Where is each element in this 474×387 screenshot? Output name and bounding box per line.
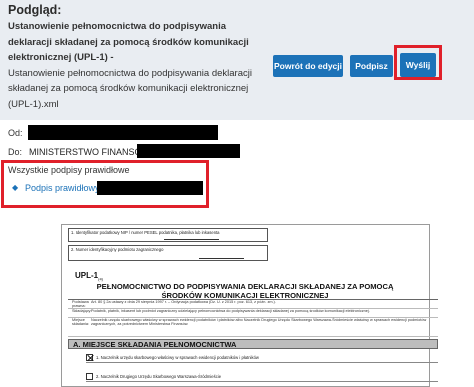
to-value: MINISTERSTWO FINANSÓW (29, 147, 150, 157)
form-title: PEŁNOMOCNICTWO DO PODPISYWANIA DEKLARACJ… (80, 282, 410, 300)
diamond-bullet-icon: ◆ (12, 183, 19, 192)
info-key: Miejsce składania: (72, 318, 90, 326)
section-a-header: A. MIEJSCE SKŁADANIA PEŁNOMOCNICTWA (68, 339, 438, 349)
preview-header: Podgląd: Ustanowienie pełnomocnictwa do … (0, 0, 474, 120)
from-label: Od: (8, 128, 23, 138)
signer-redacted (97, 181, 203, 195)
nip-field: 1. Identyfikator podatkowy NIP / numer P… (68, 228, 268, 242)
signatures-title: Wszystkie podpisy prawidłowe (8, 165, 130, 175)
foreign-id-field: 2. Numer identyfikacyjny podmiotu zagran… (68, 245, 268, 261)
nip-field-label: 1. Identyfikator podatkowy NIP / numer P… (71, 230, 220, 235)
signature-link[interactable]: Podpis prawidłowy - (25, 183, 105, 193)
info-value: Podatnik, płatnik, inkasent lub podmiot … (91, 309, 370, 313)
place-option-2-label: 2. Naczelnik Drugiego Urzędu Skarbowego … (96, 373, 222, 379)
nip-field-ticks (164, 237, 219, 240)
from-redacted (28, 125, 218, 140)
to-label: Do: (8, 147, 23, 157)
foreign-id-field-label: 2. Numer identyfikacyjny podmiotu zagran… (71, 247, 164, 252)
checkbox-icon[interactable] (86, 372, 93, 380)
info-key: Składający: (72, 309, 92, 313)
document-name: Ustanowienie pełnomocnictwa do podpisywa… (8, 19, 258, 113)
form-info-table: Podstawa prawna: Art. 80 § 2a ustawy z d… (68, 299, 438, 337)
back-to-edit-button[interactable]: Powrót do edycji (273, 55, 343, 77)
checkbox-checked-icon[interactable] (86, 353, 93, 361)
foreign-id-field-ticks (199, 256, 244, 259)
place-option-1[interactable]: 1. Naczelnik urzędu skarbowego właściwy … (86, 352, 438, 363)
place-option-2[interactable]: 2. Naczelnik Drugiego Urzędu Skarbowego … (86, 371, 438, 382)
info-row: Składający: Podatnik, płatnik, inkasent … (68, 309, 438, 318)
form-version: (4) (98, 276, 104, 282)
info-row: Miejsce składania: Naczelnik urzędu skar… (68, 318, 438, 337)
document-file-name: Ustanowienie pełnomocnictwa do podpisywa… (8, 67, 252, 110)
info-value: Art. 80 § 2a ustawy z dnia 29 sierpnia 1… (91, 300, 276, 304)
sign-button[interactable]: Podpisz (350, 55, 393, 77)
send-button[interactable]: Wyślij (400, 53, 436, 77)
form-code-text: UPL-1 (75, 271, 99, 280)
preview-title: Podgląd: (8, 3, 62, 17)
info-row: Podstawa prawna: Art. 80 § 2a ustawy z d… (68, 300, 438, 309)
info-key: Podstawa prawna: (72, 300, 89, 308)
place-option-1-label: 1. Naczelnik urzędu skarbowego właściwy … (96, 354, 259, 360)
document-name-bold: Ustanowienie pełnomocnictwa do podpisywa… (8, 21, 249, 64)
info-value: Naczelnik urzędu skarbowego właściwy w s… (91, 318, 427, 326)
form-title-line1: PEŁNOMOCNICTWO DO PODPISYWANIA DEKLARACJ… (96, 282, 394, 291)
to-redacted (137, 144, 240, 158)
form-code: UPL-1(4) (75, 271, 103, 282)
